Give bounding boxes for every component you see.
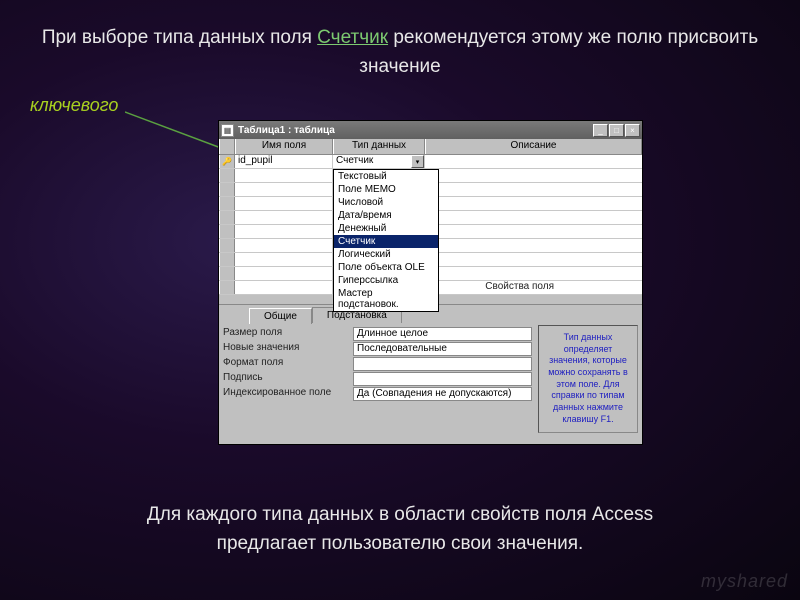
dropdown-item[interactable]: Мастер подстановок. <box>334 287 438 311</box>
access-window: ▦ Таблица1 : таблица _ □ × Имя поля Тип … <box>218 120 643 445</box>
field-properties: Общие Подстановка Размер поляДлинное цел… <box>219 304 642 444</box>
table-icon: ▦ <box>221 124 234 137</box>
maximize-button[interactable]: □ <box>609 124 624 137</box>
props-grid: Размер поляДлинное целое Новые значенияП… <box>219 323 536 437</box>
watermark: myshared <box>701 571 788 592</box>
primary-key-icon[interactable]: 🔑 <box>219 155 235 168</box>
titlebar[interactable]: ▦ Таблица1 : таблица _ □ × <box>219 121 642 139</box>
prop-label: Формат поля <box>223 357 353 371</box>
prop-label: Размер поля <box>223 327 353 341</box>
column-headers: Имя поля Тип данных Описание <box>219 139 642 155</box>
props-section-label: Свойства поля <box>485 281 554 292</box>
dropdown-button[interactable]: ▾ <box>411 155 424 168</box>
key-label: ключевого <box>30 95 118 116</box>
prop-value[interactable]: Длинное целое <box>353 327 532 341</box>
col-header-desc[interactable]: Описание <box>425 139 642 154</box>
prop-label: Подпись <box>223 372 353 386</box>
dropdown-item-selected[interactable]: Счетчик <box>334 235 438 248</box>
dropdown-item[interactable]: Дата/время <box>334 209 438 222</box>
col-header-name[interactable]: Имя поля <box>235 139 333 154</box>
slide-top-text: При выборе типа данных поля Счетчик реко… <box>30 24 770 81</box>
dropdown-item[interactable]: Логический <box>334 248 438 261</box>
table-row[interactable]: 🔑 id_pupil Счетчик ▾ <box>219 155 642 169</box>
help-panel: Тип данных определяет значения, которые … <box>538 325 638 433</box>
minimize-button[interactable]: _ <box>593 124 608 137</box>
dropdown-item[interactable]: Текстовый <box>334 170 438 183</box>
slide-bottom-text: Для каждого типа данных в области свойст… <box>30 501 770 558</box>
tab-general[interactable]: Общие <box>249 308 312 324</box>
field-desc-cell[interactable] <box>425 155 642 168</box>
prop-value[interactable] <box>353 357 532 371</box>
field-type-cell[interactable]: Счетчик ▾ <box>333 155 425 168</box>
dropdown-item[interactable]: Гиперссылка <box>334 274 438 287</box>
field-name-cell[interactable]: id_pupil <box>235 155 333 168</box>
dropdown-item[interactable]: Поле МЕМО <box>334 183 438 196</box>
close-button[interactable]: × <box>625 124 640 137</box>
prop-value[interactable]: Последовательные <box>353 342 532 356</box>
prop-label: Новые значения <box>223 342 353 356</box>
row-selector-header <box>219 139 235 154</box>
prop-value[interactable] <box>353 372 532 386</box>
dropdown-item[interactable]: Числовой <box>334 196 438 209</box>
window-title: Таблица1 : таблица <box>238 125 593 136</box>
type-dropdown[interactable]: Текстовый Поле МЕМО Числовой Дата/время … <box>333 169 439 312</box>
col-header-type[interactable]: Тип данных <box>333 139 425 154</box>
prop-label: Индексированное поле <box>223 387 353 401</box>
dropdown-item[interactable]: Денежный <box>334 222 438 235</box>
prop-value[interactable]: Да (Совпадения не допускаются) <box>353 387 532 401</box>
highlight-counter: Счетчик <box>317 27 388 48</box>
dropdown-item[interactable]: Поле объекта OLE <box>334 261 438 274</box>
